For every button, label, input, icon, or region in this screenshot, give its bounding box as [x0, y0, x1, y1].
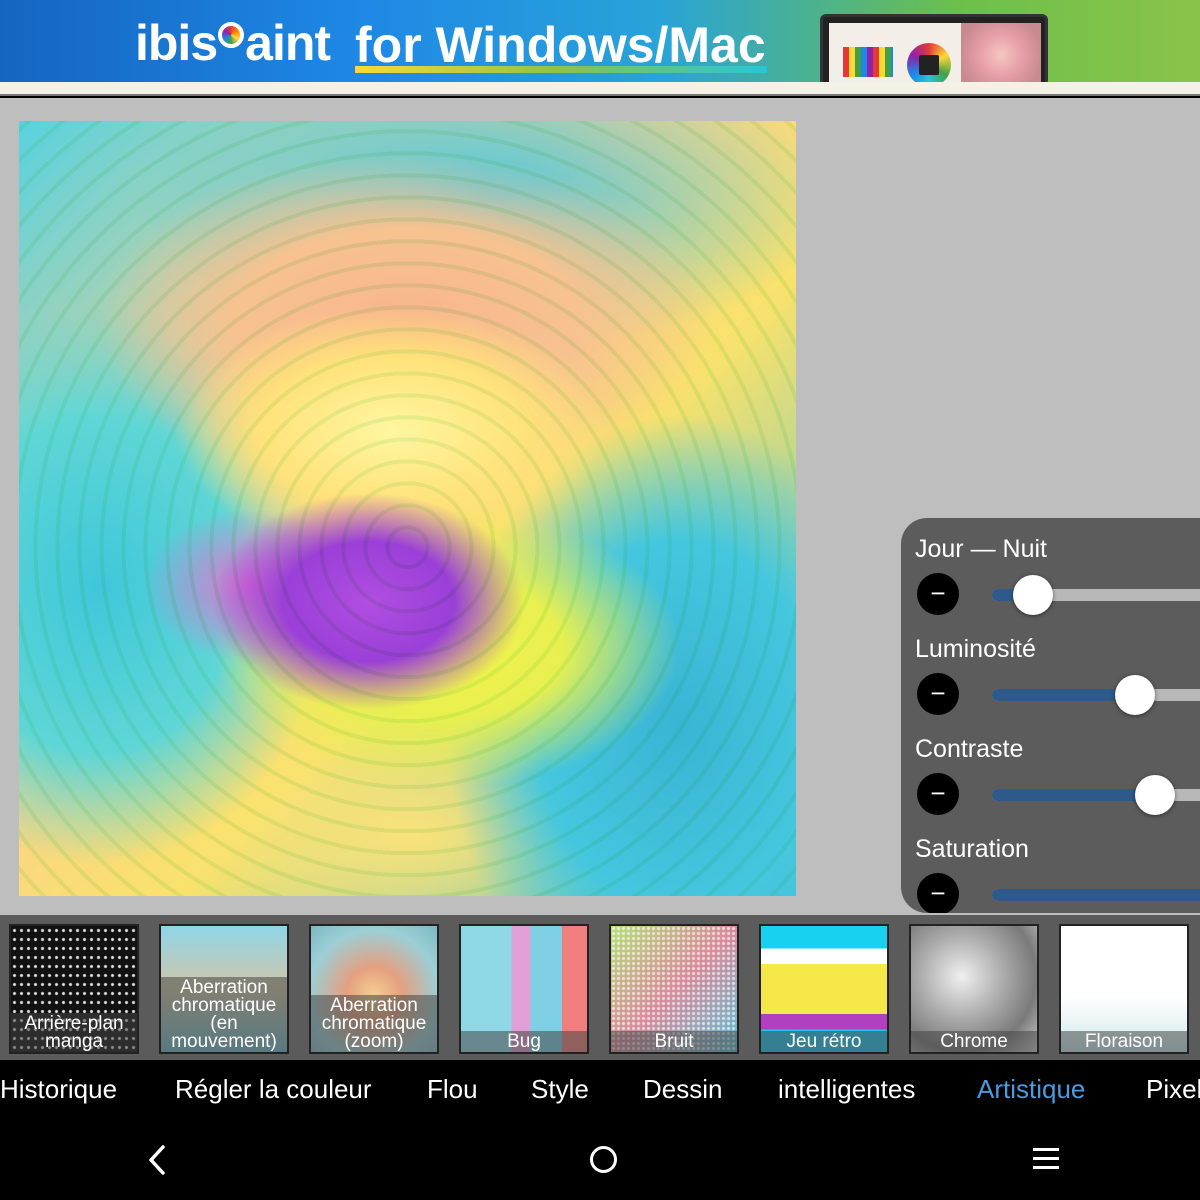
adjust-label: Jour — Nuit	[915, 535, 1047, 563]
adjust-row-2: Contraste −	[901, 735, 1200, 835]
filter-thumb-bug[interactable]: Bug	[459, 924, 589, 1054]
filter-label: Bruit	[611, 1031, 737, 1052]
filter-label: Aberration chromatique (en mouvement)	[161, 977, 287, 1052]
slider-thumb[interactable]	[1135, 775, 1175, 815]
adjust-row-3: Saturation −	[901, 835, 1200, 913]
filter-strip[interactable]: Arrière-plan manga Aberration chromatique…	[0, 915, 1200, 1060]
color-wheel-icon	[218, 22, 245, 48]
adjust-label: Saturation	[915, 835, 1029, 863]
ad-device-artwork	[961, 23, 1041, 82]
filter-thumb-manga[interactable]: Arrière-plan manga	[9, 924, 139, 1054]
filter-thumb-aber2[interactable]: Aberration chromatique (zoom)	[309, 924, 439, 1054]
ibispaint-logo: ibis aint	[135, 14, 331, 72]
home-icon[interactable]	[590, 1146, 617, 1173]
ad-device-image	[820, 14, 1048, 82]
adjust-label: Luminosité	[915, 635, 1036, 663]
tab-historique[interactable]: Historique	[0, 1074, 117, 1105]
filter-thumb-noise[interactable]: Bruit	[609, 924, 739, 1054]
filter-label: Arrière-plan manga	[11, 1013, 137, 1052]
filter-label: Bug	[461, 1031, 587, 1052]
tab-artistique[interactable]: Artistique	[977, 1074, 1085, 1105]
adjustment-panel[interactable]: Jour — Nuit − Luminosité − Contraste − Saturat…	[901, 518, 1200, 913]
adjust-slider[interactable]	[992, 575, 1200, 615]
ad-device-palette	[843, 47, 893, 77]
filter-category-tabs[interactable]: Historique Régler la couleur Flou Style Dess…	[0, 1060, 1200, 1120]
tab-r-gler-la-couleur[interactable]: Régler la couleur	[175, 1074, 372, 1105]
tab-intelligentes[interactable]: intelligentes	[778, 1074, 915, 1105]
minus-icon[interactable]: −	[917, 873, 959, 913]
adjust-row-0: Jour — Nuit −	[901, 535, 1200, 635]
back-icon[interactable]	[143, 1142, 173, 1178]
filter-label: Floraison	[1061, 1031, 1187, 1052]
tab-style[interactable]: Style	[531, 1074, 589, 1105]
tab-dessin[interactable]: Dessin	[643, 1074, 722, 1105]
system-nav-bar	[0, 1120, 1200, 1200]
canvas-workspace[interactable]: Jour — Nuit − Luminosité − Contraste − Saturat…	[0, 98, 1200, 915]
slider-thumb[interactable]	[1115, 675, 1155, 715]
filter-thumb-aber1[interactable]: Aberration chromatique (en mouvement)	[159, 924, 289, 1054]
tab-pixel[interactable]: Pixel	[1146, 1074, 1200, 1105]
ad-banner[interactable]: ibis aint for Windows/Mac	[0, 0, 1200, 82]
filter-label: Jeu rétro	[761, 1031, 887, 1052]
filter-thumb-chrome[interactable]: Chrome	[909, 924, 1039, 1054]
logo-text-ibis: ibis	[135, 15, 218, 71]
filter-label: Chrome	[911, 1031, 1037, 1052]
slider-fill	[992, 689, 1135, 701]
banner-divider	[0, 82, 1200, 96]
menu-icon[interactable]	[1033, 1148, 1059, 1170]
slider-fill	[992, 889, 1200, 901]
adjust-row-1: Luminosité −	[901, 635, 1200, 735]
tab-flou[interactable]: Flou	[427, 1074, 478, 1105]
artwork-canvas[interactable]	[19, 121, 796, 896]
filter-thumb-retro[interactable]: Jeu rétro	[759, 924, 889, 1054]
filter-thumb-flor[interactable]: Floraison	[1059, 924, 1189, 1054]
filter-label: Aberration chromatique (zoom)	[311, 995, 437, 1052]
adjust-slider[interactable]	[992, 775, 1200, 815]
logo-text-aint: aint	[245, 15, 331, 71]
adjust-slider[interactable]	[992, 675, 1200, 715]
minus-icon[interactable]: −	[917, 573, 959, 615]
slider-fill	[992, 789, 1155, 801]
minus-icon[interactable]: −	[917, 773, 959, 815]
adjust-label: Contraste	[915, 735, 1024, 763]
slider-thumb[interactable]	[1013, 575, 1053, 615]
ad-device-color-wheel	[907, 43, 951, 82]
ad-slogan-underline	[355, 66, 767, 73]
minus-icon[interactable]: −	[917, 673, 959, 715]
adjust-slider[interactable]	[992, 889, 1200, 901]
